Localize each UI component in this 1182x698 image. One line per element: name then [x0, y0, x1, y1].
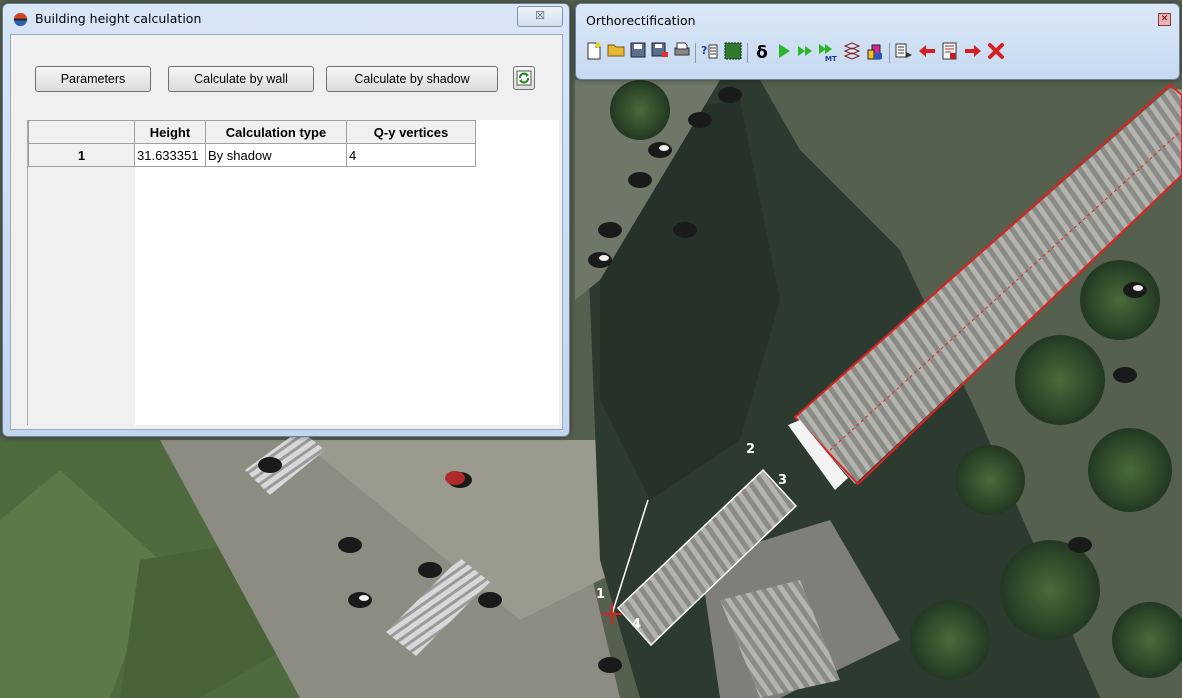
- row-index[interactable]: 1: [28, 143, 135, 167]
- svg-text:MT: MT: [825, 55, 837, 62]
- run-fast-icon[interactable]: [796, 42, 816, 64]
- run-mt-icon[interactable]: MT: [818, 42, 838, 64]
- app-logo-icon: [13, 12, 28, 27]
- print-icon[interactable]: [672, 42, 692, 64]
- save-icon[interactable]: [628, 42, 648, 64]
- building-height-titlebar[interactable]: Building height calculation ☒: [3, 4, 569, 32]
- parameters-button[interactable]: Parameters: [35, 66, 151, 92]
- window-title: Building height calculation: [35, 11, 202, 26]
- results-grid[interactable]: Height Calculation type Q-y vertices 1 3…: [27, 120, 559, 425]
- calculate-by-shadow-button[interactable]: Calculate by shadow: [326, 66, 498, 92]
- toolbar-separator: [695, 43, 696, 63]
- refresh-button[interactable]: [513, 66, 535, 90]
- results-table: Height Calculation type Q-y vertices 1 3…: [28, 120, 476, 167]
- mosaic-icon[interactable]: [842, 42, 862, 64]
- building-icon[interactable]: [865, 42, 885, 64]
- arrow-left-icon[interactable]: [917, 42, 937, 64]
- column-header-calculation-type[interactable]: Calculation type: [205, 120, 347, 144]
- grid-icon[interactable]: [723, 42, 743, 64]
- report-icon[interactable]: [940, 42, 960, 64]
- vertices-cell[interactable]: 4: [346, 143, 476, 167]
- calculation-type-cell[interactable]: By shadow: [205, 143, 347, 167]
- run-icon[interactable]: [774, 42, 794, 64]
- svg-text:?: ?: [701, 44, 707, 57]
- vertex-label-2: 2: [746, 442, 755, 457]
- close-button[interactable]: ☒: [517, 6, 563, 27]
- save-as-icon[interactable]: [650, 42, 670, 64]
- settings-icon[interactable]: ?: [700, 42, 720, 64]
- building-height-client-area: Parameters Calculate by wall Calculate b…: [10, 34, 563, 430]
- delete-icon[interactable]: [986, 42, 1006, 64]
- building-height-window: Building height calculation ☒ Parameters…: [2, 3, 570, 437]
- corner-header: [28, 120, 135, 144]
- toolbar-separator: [889, 43, 890, 63]
- open-icon[interactable]: [606, 42, 626, 64]
- new-icon[interactable]: [584, 42, 604, 64]
- calculate-by-wall-button[interactable]: Calculate by wall: [168, 66, 314, 92]
- arrow-right-icon[interactable]: [963, 42, 983, 64]
- vertex-label-3: 3: [778, 473, 787, 488]
- column-header-height[interactable]: Height: [134, 120, 206, 144]
- window-title: Orthorectification: [586, 13, 696, 28]
- vertex-label-4: 4: [632, 617, 641, 632]
- refresh-icon: [516, 70, 532, 86]
- close-button[interactable]: ✕: [1158, 13, 1171, 26]
- delta-icon[interactable]: δ: [752, 42, 772, 64]
- toolbar-separator: [747, 43, 748, 63]
- table-row[interactable]: 1 31.633351 By shadow 4: [28, 143, 476, 167]
- vertex-label-1: 1: [596, 587, 605, 602]
- export-icon[interactable]: [894, 42, 914, 64]
- orthorectification-toolbar: ? δ MT: [584, 42, 1178, 66]
- height-cell[interactable]: 31.633351: [134, 143, 206, 167]
- table-header-row: Height Calculation type Q-y vertices: [28, 120, 476, 144]
- column-header-vertices[interactable]: Q-y vertices: [346, 120, 476, 144]
- orthorectification-window: Orthorectification ✕ ? δ MT: [575, 3, 1180, 80]
